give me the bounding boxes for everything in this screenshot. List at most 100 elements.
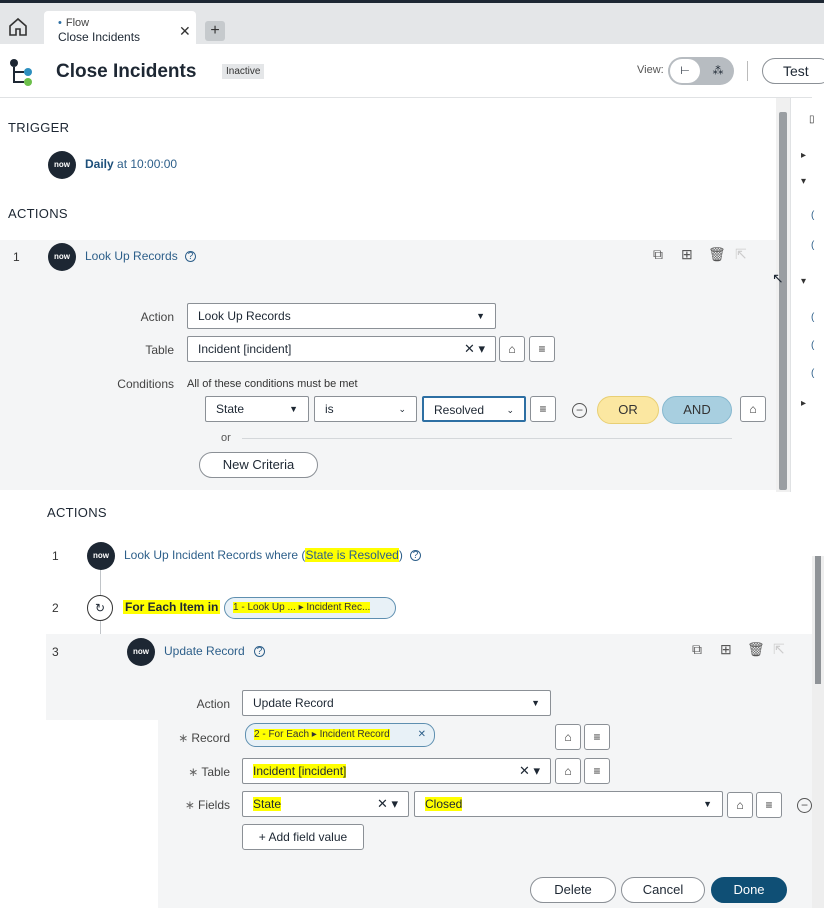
condition-value-select[interactable]: Resolved ⌄	[422, 396, 526, 422]
cursor-icon: ↖	[772, 270, 784, 286]
data-pill-picker-icon[interactable]: ⌂	[499, 336, 525, 362]
cancel-button[interactable]: Cancel	[621, 877, 705, 903]
required-icon: ∗	[178, 731, 189, 745]
pill-icon[interactable]: (	[811, 312, 814, 323]
view-toggle[interactable]: ⊢ ⁂	[668, 57, 734, 85]
tree-view-icon[interactable]: ⊢	[670, 59, 700, 83]
tab-close-incidents[interactable]: Flow Close Incidents ✕	[44, 11, 196, 47]
delete-button[interactable]: Delete	[530, 877, 616, 903]
scrollbar-thumb[interactable]	[779, 112, 787, 490]
table-select[interactable]: Incident [incident] ✕ ▾	[187, 336, 496, 362]
delete-icon[interactable]: 🗑	[708, 246, 726, 263]
clear-icon[interactable]: ✕ ▾	[519, 759, 540, 783]
copy-icon[interactable]: ⧉	[653, 246, 663, 263]
actions-heading: ACTIONS	[8, 206, 68, 221]
close-icon[interactable]: ✕	[179, 23, 191, 40]
help-icon[interactable]: ?	[254, 646, 265, 657]
table-value: Incident [incident]	[198, 342, 292, 356]
delete-icon[interactable]: 🗑	[747, 641, 765, 658]
script-toggle-icon[interactable]: ≡	[584, 724, 610, 750]
field-name-select[interactable]: State ✕ ▾	[242, 791, 409, 817]
expand-icon[interactable]: ▸	[801, 398, 806, 409]
or-button[interactable]: OR	[597, 396, 659, 424]
add-field-value-button[interactable]: + Add field value	[242, 824, 364, 850]
data-pill-picker-icon[interactable]: ⌂	[727, 792, 753, 818]
script-toggle-icon[interactable]: ≡	[529, 336, 555, 362]
copy-icon[interactable]: ⧉	[692, 641, 702, 658]
action-select[interactable]: Look Up Records ▼	[187, 303, 496, 329]
script-toggle-icon[interactable]: ≡	[584, 758, 610, 784]
loop-icon: ↻	[87, 595, 113, 621]
pill-icon[interactable]: (	[811, 240, 814, 251]
condition-field-select[interactable]: State ▼	[205, 396, 309, 422]
step-title[interactable]: Look Up Records	[85, 249, 178, 263]
data-pill-picker-icon[interactable]: ⌂	[555, 724, 581, 750]
table-label-text: Table	[201, 765, 230, 779]
clear-icon[interactable]: ✕ ▾	[377, 792, 398, 816]
tab-bar: Flow Close Incidents ✕ +	[0, 0, 824, 47]
collapse-icon[interactable]: ▾	[801, 276, 806, 287]
step-number: 1	[52, 549, 59, 563]
test-button[interactable]: Test	[762, 58, 824, 84]
pill-icon[interactable]: (	[811, 210, 814, 221]
scrollbar[interactable]	[812, 556, 824, 908]
scrollbar-thumb[interactable]	[815, 556, 821, 684]
step-number: 2	[52, 601, 59, 615]
step-number: 3	[52, 645, 59, 659]
remove-field-icon[interactable]: −	[797, 798, 812, 813]
grid-view-icon[interactable]: ⁂	[704, 59, 732, 83]
data-pill-picker-icon[interactable]: ⌂	[740, 396, 766, 422]
data-pill[interactable]: 1 - Look Up ... ▸ Incident Rec...	[224, 597, 396, 619]
conditions-label: Conditions	[117, 377, 174, 391]
data-pill-picker-icon[interactable]: ⌂	[555, 758, 581, 784]
comment-icon[interactable]: ⊞	[720, 641, 732, 658]
fields-label-text: Fields	[197, 798, 230, 812]
remove-pill-icon[interactable]: ✕	[418, 724, 426, 746]
chevron-down-icon: ▼	[476, 311, 485, 321]
field-value-select[interactable]: Closed ▼	[414, 791, 723, 817]
for-each-label[interactable]: For Each Item in	[123, 600, 221, 614]
step-number: 1	[13, 250, 20, 264]
new-criteria-button[interactable]: New Criteria	[199, 452, 318, 478]
data-panel: ▯ ▸ ▾ ( ( ▾ ( ( ( ▸	[790, 98, 824, 492]
home-icon[interactable]	[6, 15, 30, 39]
step-title-suffix: )	[398, 548, 403, 562]
script-toggle-icon[interactable]: ≡	[530, 396, 556, 422]
action-select[interactable]: Update Record ▼	[242, 690, 551, 716]
panel-icon: ▯	[809, 114, 815, 125]
divider	[242, 438, 732, 439]
help-icon[interactable]: ?	[185, 251, 196, 262]
add-tab-icon[interactable]: +	[205, 21, 225, 41]
chevron-down-icon: ▼	[703, 799, 712, 809]
open-external-icon[interactable]: ⇱	[773, 641, 785, 658]
open-external-icon[interactable]: ⇱	[735, 246, 747, 263]
condition-operator-select[interactable]: is ⌄	[314, 396, 417, 422]
record-data-pill[interactable]: 2 - For Each ▸ Incident Record ✕	[245, 723, 435, 747]
collapse-icon[interactable]: ▾	[801, 176, 806, 187]
now-logo-icon: now	[48, 243, 76, 271]
done-button[interactable]: Done	[711, 877, 787, 903]
table-label: ∗ Table	[150, 765, 230, 779]
pill-icon[interactable]: (	[811, 368, 814, 379]
help-icon[interactable]: ?	[410, 550, 421, 561]
and-button[interactable]: AND	[662, 396, 732, 424]
trigger-summary[interactable]: Daily at 10:00:00	[85, 157, 177, 171]
table-select[interactable]: Incident [incident] ✕ ▾	[242, 758, 551, 784]
clear-icon[interactable]: ✕ ▾	[464, 337, 485, 361]
step-title[interactable]: Look Up Incident Records where (State is…	[124, 548, 403, 562]
remove-condition-icon[interactable]: −	[572, 403, 587, 418]
chevron-down-icon: ▼	[531, 698, 540, 708]
now-logo-icon: now	[127, 638, 155, 666]
expand-icon[interactable]: ▸	[801, 150, 806, 161]
step-title[interactable]: Update Record	[164, 644, 245, 658]
action-step-panel	[0, 240, 776, 490]
conditions-hint: All of these conditions must be met	[187, 378, 358, 390]
tab-subtitle: Flow	[58, 17, 89, 29]
now-logo-icon: now	[87, 542, 115, 570]
fields-label: ∗ Fields	[150, 798, 230, 812]
comment-icon[interactable]: ⊞	[681, 246, 693, 263]
action-value: Update Record	[253, 696, 334, 710]
script-toggle-icon[interactable]: ≡	[756, 792, 782, 818]
pill-icon[interactable]: (	[811, 340, 814, 351]
trigger-time: at 10:00:00	[117, 157, 178, 171]
